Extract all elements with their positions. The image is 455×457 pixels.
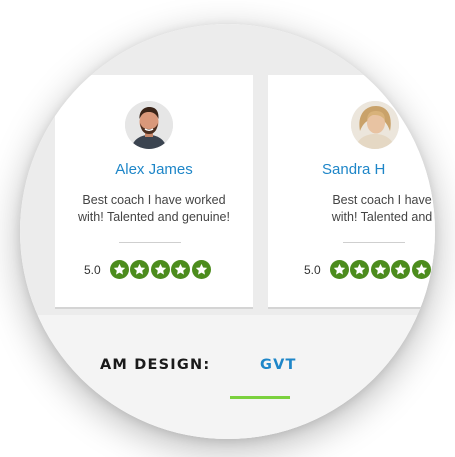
star-icon <box>411 260 431 279</box>
star-icon <box>191 260 211 279</box>
quote-line: with! Talented and genuine! <box>78 210 230 224</box>
testimonial-quote: Best coach I have with! Talented and <box>287 192 435 226</box>
quote-line: Best coach I have <box>332 193 432 207</box>
testimonial-quote: Best coach I have worked with! Talented … <box>55 192 253 226</box>
testimonial-card: Sandra H Best coach I have with! Talente… <box>268 75 435 309</box>
star-icon <box>171 260 191 279</box>
divider <box>119 242 181 243</box>
footer-bar <box>20 315 435 439</box>
star-icon <box>350 260 370 279</box>
testimonial-name: Alex James <box>115 161 193 178</box>
rating: 5.0 <box>84 260 212 279</box>
team-design-label: AM DESIGN: <box>100 357 211 373</box>
team-design-link[interactable]: GVT <box>260 357 297 373</box>
avatar <box>125 101 173 149</box>
star-icon <box>130 260 150 279</box>
zoomed-content: Alex James Best coach I have worked with… <box>20 24 435 439</box>
star-icon <box>150 260 170 279</box>
accent-underline <box>230 396 290 399</box>
avatar <box>351 101 399 149</box>
star-icon <box>329 260 349 279</box>
quote-line: Best coach I have worked <box>82 193 226 207</box>
quote-line: with! Talented and <box>331 210 433 224</box>
rating-score: 5.0 <box>84 262 101 277</box>
testimonial-card: Alex James Best coach I have worked with… <box>55 75 253 309</box>
testimonial-name: Sandra H <box>322 161 386 178</box>
star-icon <box>391 260 411 279</box>
magnifier-lens: Alex James Best coach I have worked with… <box>20 24 435 439</box>
rating-score: 5.0 <box>304 262 321 277</box>
rating: 5.0 <box>304 260 432 279</box>
star-icon <box>109 260 129 279</box>
divider <box>343 242 405 243</box>
star-icon <box>370 260 390 279</box>
